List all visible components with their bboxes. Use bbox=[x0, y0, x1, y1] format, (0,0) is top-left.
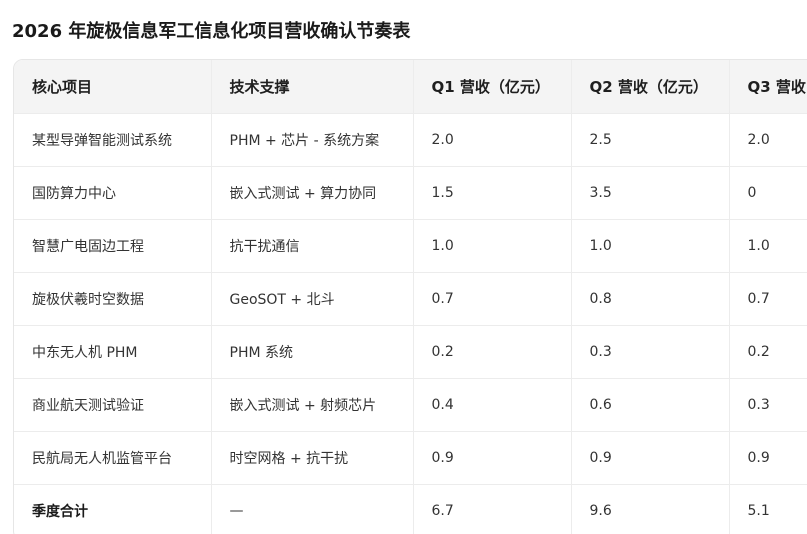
page: 2026 年旋极信息军工信息化项目营收确认节奏表 核心项目 技术支撑 Q1 营收… bbox=[0, 0, 807, 534]
cell-q1: 2.0 bbox=[413, 113, 572, 167]
revenue-table: 核心项目 技术支撑 Q1 营收（亿元） Q2 营收（亿元） Q3 营收 某型导弹… bbox=[14, 60, 807, 534]
table-row: 商业航天测试验证 嵌入式测试 + 射频芯片 0.4 0.6 0.3 bbox=[14, 378, 807, 432]
cell-tech: 时空网格 + 抗干扰 bbox=[211, 431, 414, 485]
table-total-row: 季度合计 — 6.7 9.6 5.1 bbox=[14, 484, 807, 534]
header-q2-revenue: Q2 营收（亿元） bbox=[571, 60, 730, 114]
header-tech-support: 技术支撑 bbox=[211, 60, 414, 114]
cell-tech: 抗干扰通信 bbox=[211, 219, 414, 273]
cell-q2: 0.3 bbox=[571, 325, 730, 379]
table-row: 智慧广电固边工程 抗干扰通信 1.0 1.0 1.0 bbox=[14, 219, 807, 273]
cell-q2: 1.0 bbox=[571, 219, 730, 273]
cell-q1: 1.5 bbox=[413, 166, 572, 220]
cell-tech: 嵌入式测试 + 算力协同 bbox=[211, 166, 414, 220]
header-core-project: 核心项目 bbox=[14, 60, 212, 114]
table-row: 中东无人机 PHM PHM 系统 0.2 0.3 0.2 bbox=[14, 325, 807, 379]
cell-q3: 1.0 bbox=[729, 219, 807, 273]
cell-total-tech: — bbox=[211, 484, 414, 534]
cell-project: 民航局无人机监管平台 bbox=[14, 431, 212, 485]
cell-tech: GeoSOT + 北斗 bbox=[211, 272, 414, 326]
cell-tech: 嵌入式测试 + 射频芯片 bbox=[211, 378, 414, 432]
cell-q3: 0.9 bbox=[729, 431, 807, 485]
cell-tech: PHM 系统 bbox=[211, 325, 414, 379]
cell-q3: 2.0 bbox=[729, 113, 807, 167]
cell-project: 国防算力中心 bbox=[14, 166, 212, 220]
header-q1-revenue: Q1 营收（亿元） bbox=[413, 60, 572, 114]
header-q3-revenue: Q3 营收 bbox=[729, 60, 807, 114]
page-title: 2026 年旋极信息军工信息化项目营收确认节奏表 bbox=[12, 21, 411, 42]
cell-q3: 0.2 bbox=[729, 325, 807, 379]
cell-project: 中东无人机 PHM bbox=[14, 325, 212, 379]
cell-q3: 0.3 bbox=[729, 378, 807, 432]
cell-q2: 0.8 bbox=[571, 272, 730, 326]
table-row: 某型导弹智能测试系统 PHM + 芯片 - 系统方案 2.0 2.5 2.0 bbox=[14, 113, 807, 167]
table-header-row: 核心项目 技术支撑 Q1 营收（亿元） Q2 营收（亿元） Q3 营收 bbox=[14, 60, 807, 114]
cell-q2: 0.9 bbox=[571, 431, 730, 485]
cell-q1: 1.0 bbox=[413, 219, 572, 273]
cell-q1: 0.7 bbox=[413, 272, 572, 326]
cell-q2: 2.5 bbox=[571, 113, 730, 167]
table-row: 旋极伏羲时空数据 GeoSOT + 北斗 0.7 0.8 0.7 bbox=[14, 272, 807, 326]
cell-q3: 0.7 bbox=[729, 272, 807, 326]
cell-tech: PHM + 芯片 - 系统方案 bbox=[211, 113, 414, 167]
cell-q2: 3.5 bbox=[571, 166, 730, 220]
cell-q2: 0.6 bbox=[571, 378, 730, 432]
cell-project: 某型导弹智能测试系统 bbox=[14, 113, 212, 167]
cell-q1: 0.2 bbox=[413, 325, 572, 379]
cell-total-q1: 6.7 bbox=[413, 484, 572, 534]
cell-total-q2: 9.6 bbox=[571, 484, 730, 534]
cell-project: 智慧广电固边工程 bbox=[14, 219, 212, 273]
cell-project: 旋极伏羲时空数据 bbox=[14, 272, 212, 326]
cell-q3: 0 bbox=[729, 166, 807, 220]
table-row: 国防算力中心 嵌入式测试 + 算力协同 1.5 3.5 0 bbox=[14, 166, 807, 220]
cell-q1: 0.9 bbox=[413, 431, 572, 485]
table-row: 民航局无人机监管平台 时空网格 + 抗干扰 0.9 0.9 0.9 bbox=[14, 431, 807, 485]
cell-total-label: 季度合计 bbox=[14, 484, 212, 534]
cell-total-q3: 5.1 bbox=[729, 484, 807, 534]
cell-project: 商业航天测试验证 bbox=[14, 378, 212, 432]
cell-q1: 0.4 bbox=[413, 378, 572, 432]
revenue-table-container: 核心项目 技术支撑 Q1 营收（亿元） Q2 营收（亿元） Q3 营收 某型导弹… bbox=[13, 59, 807, 534]
